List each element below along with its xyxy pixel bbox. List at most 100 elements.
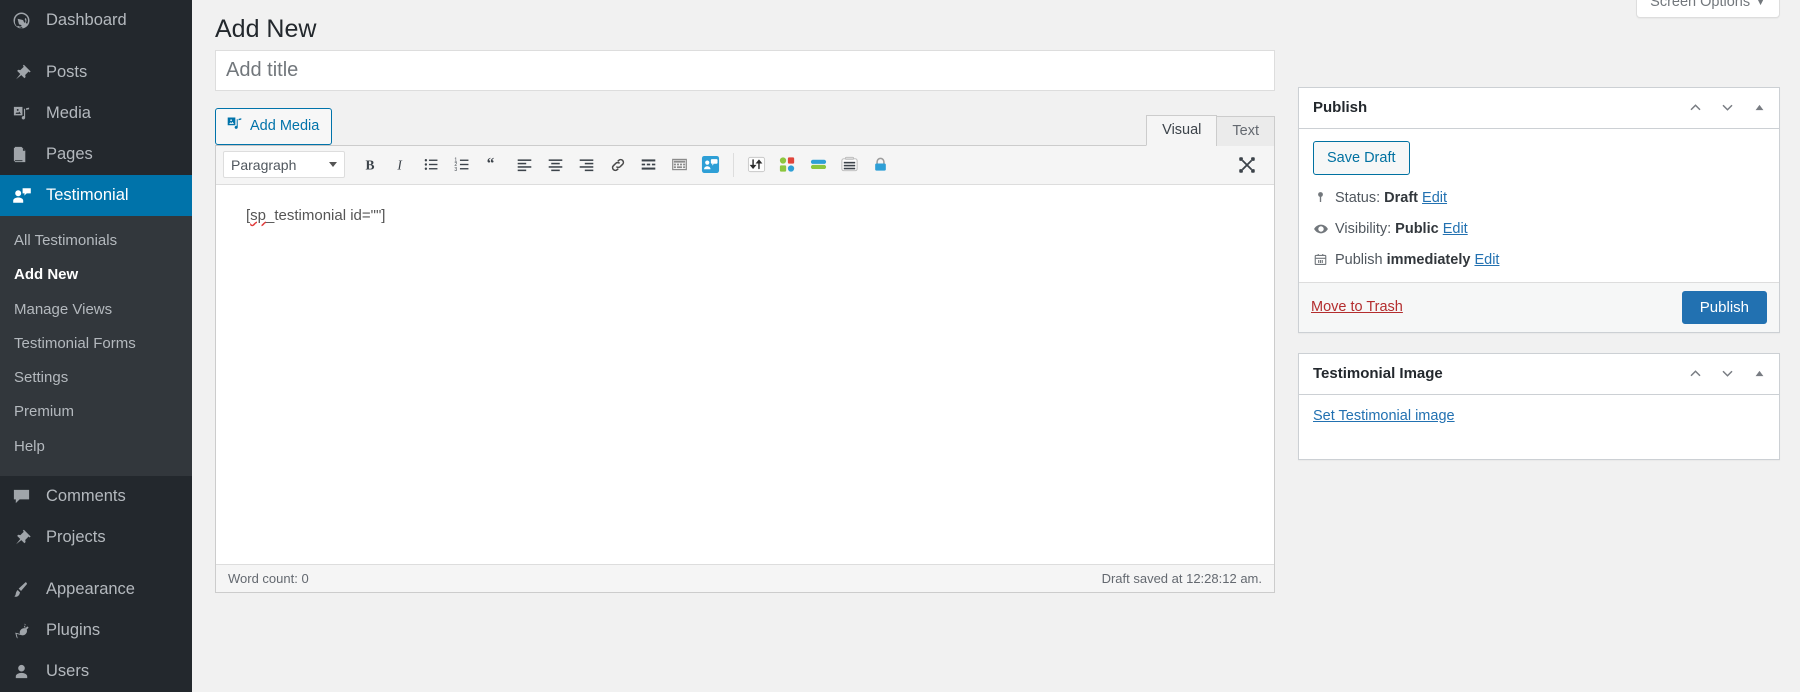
plug-icon [12,621,38,640]
submenu-item-add-new[interactable]: Add New [0,258,192,292]
testimonial-image-title: Testimonial Image [1313,365,1443,383]
paragraph-format-select[interactable]: Paragraph [223,151,345,179]
publish-date-row: Publish immediately Edit [1313,252,1765,268]
screen-options-button[interactable]: Screen Options ▼ [1636,0,1780,18]
publish-button[interactable]: Publish [1681,290,1767,324]
order-down-icon[interactable] [1719,366,1735,382]
sidebar-item-label: Comments [46,486,126,505]
numbered-list-icon[interactable]: 123 [448,150,477,179]
editor-mode-tabs: Visual Text [1146,114,1275,146]
sidebar-item-users[interactable]: Users [0,651,192,692]
admin-sidebar: Dashboard Posts Media Pages Testimonial … [0,0,192,692]
tab-text[interactable]: Text [1216,115,1275,146]
submenu-item-manage-views[interactable]: Manage Views [0,293,192,327]
media-buttons-row: Add Media Visual Text [215,107,1275,146]
tab-visual[interactable]: Visual [1146,114,1218,146]
word-count-label: Word count: 0 [228,570,309,586]
submenu-item-help[interactable]: Help [0,430,192,464]
link-icon[interactable] [603,150,632,179]
sidebar-item-posts[interactable]: Posts [0,52,192,93]
sidebar-item-label: Plugins [46,620,101,639]
page-title: Add New [215,15,317,43]
italic-icon[interactable]: I [386,150,415,179]
save-draft-button[interactable]: Save Draft [1313,140,1410,175]
pages-icon [12,145,38,164]
draft-saved-label: Draft saved at 12:28:12 am. [1101,570,1262,586]
layers-icon[interactable] [804,150,833,179]
sidebar-item-comments[interactable]: Comments [0,476,192,517]
toggle-collapse-icon[interactable] [1751,366,1767,382]
toolbar-separator [733,152,734,177]
read-more-icon[interactable] [634,150,663,179]
submenu-item-settings[interactable]: Settings [0,361,192,395]
testimonial-image-header: Testimonial Image [1299,354,1779,395]
sidebar-item-label: Dashboard [46,11,127,29]
blockquote-icon[interactable]: “ [479,150,508,179]
editor-content-area[interactable]: [sp_testimonial id=""] [216,184,1274,564]
sidebar-item-label: Pages [46,145,93,163]
submenu-item-all-testimonials[interactable]: All Testimonials [0,224,192,258]
sidebar-separator [0,558,192,569]
misspelled-word: sp [250,206,267,224]
testimonial-image-body: Set Testimonial image [1299,395,1779,459]
toggle-collapse-icon[interactable] [1751,100,1767,116]
sidebar-item-projects[interactable]: Projects [0,517,192,558]
screen-options-wrap: Screen Options ▼ [1636,0,1780,18]
pin-icon [12,528,38,547]
sidebar-item-appearance[interactable]: Appearance [0,569,192,610]
publish-date-value: immediately [1386,251,1471,268]
sidebar-item-testimonial[interactable]: Testimonial [0,175,192,216]
visibility-row: Visibility: Public Edit [1313,221,1765,237]
sidebar-item-plugins[interactable]: Plugins [0,610,192,651]
publish-date-edit-link[interactable]: Edit [1474,252,1499,268]
status-prefix: Status: [1335,189,1381,206]
lock-icon[interactable] [866,150,895,179]
side-column: Publish Save Draft Status: Draft Edit Vi… [1298,50,1780,480]
list-block-icon[interactable] [835,150,864,179]
order-down-icon[interactable] [1719,100,1735,116]
post-body-column: Add Media Visual Text Paragraph [215,49,1275,593]
publish-metabox-body: Save Draft Status: Draft Edit Visibility… [1299,129,1779,282]
grid-blocks-icon[interactable] [773,150,802,179]
chevron-down-icon: ▼ [1755,0,1766,8]
publish-metabox-handles [1687,100,1767,116]
toolbar-toggle-icon[interactable] [665,150,694,179]
format-select-wrap: Paragraph [223,151,345,179]
move-to-trash-link[interactable]: Move to Trash [1311,299,1403,315]
visibility-edit-link[interactable]: Edit [1443,221,1468,237]
post-title-input[interactable] [215,49,1275,91]
sidebar-item-media[interactable]: Media [0,93,192,134]
submenu-item-testimonial-forms[interactable]: Testimonial Forms [0,327,192,361]
sidebar-item-dashboard[interactable]: Dashboard [0,0,192,41]
publish-metabox-title: Publish [1313,99,1368,116]
contact-form-icon[interactable] [696,150,725,179]
order-up-icon[interactable] [1687,100,1703,116]
fullscreen-icon[interactable] [1232,150,1261,179]
editor-paragraph: [sp_testimonial id=""] [246,206,386,224]
testimonial-icon [12,186,38,206]
add-media-button[interactable]: Add Media [215,107,333,145]
svg-text:B: B [365,157,374,172]
pin-marker-icon [1313,190,1335,205]
visibility-value: Public [1395,220,1439,237]
bold-icon[interactable]: B [355,150,384,179]
editor-toolbar: Paragraph B I 1 2 3 “ [216,145,1274,185]
status-edit-link[interactable]: Edit [1422,190,1447,206]
align-left-icon[interactable] [510,150,539,179]
testimonial-image-handles [1687,366,1767,382]
calendar-icon [1313,252,1335,267]
svg-text:I: I [396,157,403,172]
align-right-icon[interactable] [572,150,601,179]
sidebar-item-pages[interactable]: Pages [0,134,192,175]
publish-metabox-footer: Move to Trash Publish [1299,281,1779,332]
order-up-icon[interactable] [1687,366,1703,382]
set-testimonial-image-link[interactable]: Set Testimonial image [1313,408,1455,424]
bulleted-list-icon[interactable] [417,150,446,179]
content-columns: Add Media Visual Text Paragraph [192,49,1800,593]
submenu-item-premium[interactable]: Premium [0,395,192,429]
align-center-icon[interactable] [541,150,570,179]
sidebar-item-label: Testimonial [46,186,129,204]
media-icon [12,104,38,123]
sort-icon[interactable] [742,150,771,179]
testimonial-image-metabox: Testimonial Image Set Testimonial image [1298,352,1780,460]
